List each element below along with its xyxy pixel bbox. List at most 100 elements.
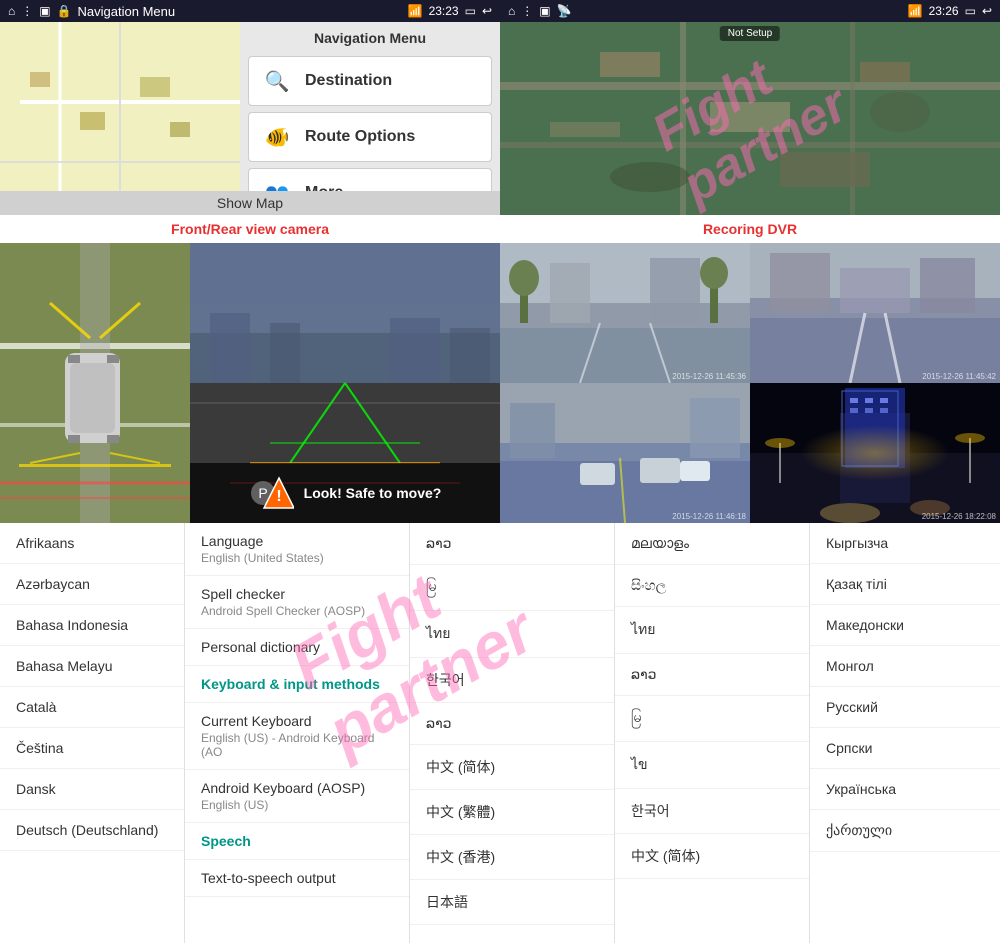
nav-status-right: 📶 23:23 ▭ ↩ <box>408 4 492 18</box>
lang-myanmar[interactable]: မြ <box>410 565 614 611</box>
settings-current-kb-title: Current Keyboard <box>201 713 393 729</box>
lang-mongolian[interactable]: Монгол <box>810 646 1000 687</box>
lang-lao4[interactable]: ไข <box>615 742 809 789</box>
cam-warning-bar: P ! Look! Safe to move? <box>190 463 500 523</box>
dvr-timestamp-2: 2015-12-26 11:45:42 <box>922 372 996 381</box>
warning-text: Look! Safe to move? <box>304 485 442 501</box>
lang-lao[interactable]: ລາວ <box>410 523 614 565</box>
lang-dansk[interactable]: Dansk <box>0 769 184 810</box>
lang-chinese-hk[interactable]: 中文 (香港) <box>410 835 614 880</box>
route-options-button[interactable]: 🐠 Route Options <box>248 112 492 162</box>
settings-spell-title: Spell checker <box>201 586 393 602</box>
gps-battery-icon: ▭ <box>965 4 976 18</box>
lang-korean[interactable]: 한국어 <box>410 658 614 703</box>
lang-kazakh[interactable]: Қазақ тілі <box>810 564 1000 605</box>
nav-icon2: 🔒 <box>57 4 72 18</box>
nav-title: Navigation Menu <box>78 4 176 19</box>
svg-text:!: ! <box>276 488 281 505</box>
lang-chinese-simplified[interactable]: 中文 (简体) <box>410 745 614 790</box>
nav-wifi-icon: 📶 <box>408 4 423 18</box>
settings-speech-header: Speech <box>185 823 409 860</box>
nav-content: Navigation Menu 🔍 Destination 🐠 Route Op… <box>0 22 500 215</box>
gps-status-bar: ⌂ ⋮ ▣ 📡 📶 23:26 ▭ ↩ <box>500 0 1000 22</box>
settings-language-title: Language <box>201 533 393 549</box>
nav-battery-icon: ▭ <box>465 4 476 18</box>
settings-tts-title: Text-to-speech output <box>201 870 393 886</box>
lang-azerbaycan[interactable]: Azərbaycan <box>0 564 184 605</box>
language-list-col5: Кыргызча Қазақ тілі Македонски Монгол Ру… <box>810 523 1000 943</box>
lang-ukrainian[interactable]: Українська <box>810 769 1000 810</box>
settings-keyboard-header-title: Keyboard & input methods <box>201 676 393 692</box>
lang-afrikaans[interactable]: Afrikaans <box>0 523 184 564</box>
lang-bahasa-melayu[interactable]: Bahasa Melayu <box>0 646 184 687</box>
language-list-col4: മലയാളം සිංහල ไทย ລາວ မြ ไข 한국어 中文 (简体) <box>615 523 810 943</box>
settings-current-kb-subtitle: English (US) - Android Keyboard (AO <box>201 731 393 759</box>
language-list-col1: Afrikaans Azərbaycan Bahasa Indonesia Ba… <box>0 523 185 943</box>
gps-map-area: Not Setup Fightpartner <box>500 22 1000 215</box>
destination-button[interactable]: 🔍 Destination <box>248 56 492 106</box>
settings-android-keyboard[interactable]: Android Keyboard (AOSP) English (US) <box>185 770 409 823</box>
settings-language[interactable]: Language English (United States) <box>185 523 409 576</box>
dvr-img-1: 2015-12-26 11:45:36 <box>500 243 750 383</box>
nav-menu-title: Navigation Menu <box>248 30 492 46</box>
settings-language-subtitle: English (United States) <box>201 551 393 565</box>
gps-status-left: ⌂ ⋮ ▣ 📡 <box>508 4 572 18</box>
lang-russian[interactable]: Русский <box>810 687 1000 728</box>
gps-menu-icon[interactable]: ⋮ <box>521 4 533 18</box>
home-icon[interactable]: ⌂ <box>8 4 15 18</box>
lang-deutsch[interactable]: Deutsch (Deutschland) <box>0 810 184 851</box>
settings-current-keyboard[interactable]: Current Keyboard English (US) - Android … <box>185 703 409 770</box>
destination-label: Destination <box>305 72 392 90</box>
lang-lao3[interactable]: ລາວ <box>615 654 809 696</box>
gps-panel: ⌂ ⋮ ▣ 📡 📶 23:26 ▭ ↩ <box>500 0 1000 215</box>
cam-aerial-view <box>0 243 190 523</box>
gps-home-icon[interactable]: ⌂ <box>508 4 515 18</box>
nav-back-icon[interactable]: ↩ <box>482 4 492 18</box>
nav-panel: ⌂ ⋮ ▣ 🔒 Navigation Menu 📶 23:23 ▭ ↩ <box>0 0 500 215</box>
dvr-timestamp-3: 2015-12-26 11:46:18 <box>672 512 746 521</box>
lang-serbian[interactable]: Српски <box>810 728 1000 769</box>
lang-bahasa-indonesia[interactable]: Bahasa Indonesia <box>0 605 184 646</box>
language-list-col3: ລາວ မြ ไทย 한국어 ລາວ 中文 (简体) 中文 (繁體) 中文 (香… <box>410 523 615 943</box>
dvr-label: Recoring DVR <box>500 215 1000 243</box>
lang-lao2[interactable]: ລາວ <box>410 703 614 745</box>
camera-section: P ! Look! Safe to move? <box>0 243 1000 523</box>
nav-map <box>0 22 240 215</box>
settings-android-kb-title: Android Keyboard (AOSP) <box>201 780 393 796</box>
camera-label: Front/Rear view camera <box>0 215 500 243</box>
nav-time: 23:23 <box>429 4 459 18</box>
lang-chinese-simp2[interactable]: 中文 (简体) <box>615 834 809 879</box>
lang-sinhala[interactable]: සිංහල <box>615 565 809 607</box>
gps-back-icon[interactable]: ↩ <box>982 4 992 18</box>
lang-cestina[interactable]: Čeština <box>0 728 184 769</box>
lang-catala[interactable]: Català <box>0 687 184 728</box>
lang-kyrgyz[interactable]: Кыргызча <box>810 523 1000 564</box>
lang-myanmar2[interactable]: မြ <box>615 696 809 742</box>
lang-georgian[interactable]: ქართული <box>810 810 1000 852</box>
settings-tts[interactable]: Text-to-speech output <box>185 860 409 897</box>
nav-icon1: ▣ <box>39 4 50 18</box>
settings-personal-dict[interactable]: Personal dictionary <box>185 629 409 666</box>
lang-korean2[interactable]: 한국어 <box>615 789 809 834</box>
top-section: ⌂ ⋮ ▣ 🔒 Navigation Menu 📶 23:23 ▭ ↩ <box>0 0 1000 215</box>
lang-chinese-traditional[interactable]: 中文 (繁體) <box>410 790 614 835</box>
lang-malayalam[interactable]: മലയാളം <box>615 523 809 565</box>
cam-rear-view: P ! Look! Safe to move? <box>190 243 500 523</box>
lang-thai2[interactable]: ไทย <box>615 607 809 654</box>
nav-menu-icon[interactable]: ⋮ <box>21 4 33 18</box>
lang-japanese[interactable]: 日本語 <box>410 880 614 925</box>
gps-status-right: 📶 23:26 ▭ ↩ <box>908 4 992 18</box>
settings-spell-subtitle: Android Spell Checker (AOSP) <box>201 604 393 618</box>
nav-menu: Navigation Menu 🔍 Destination 🐠 Route Op… <box>240 22 500 215</box>
lang-macedonian[interactable]: Македонски <box>810 605 1000 646</box>
settings-spell-checker[interactable]: Spell checker Android Spell Checker (AOS… <box>185 576 409 629</box>
dvr-img-4: 2015-12-26 18:22:08 <box>750 383 1000 523</box>
route-options-label: Route Options <box>305 128 415 146</box>
settings-col2: Language English (United States) Spell c… <box>185 523 410 943</box>
settings-android-kb-subtitle: English (US) <box>201 798 393 812</box>
lang-thai[interactable]: ไทย <box>410 611 614 658</box>
dvr-img-2: 2015-12-26 11:45:42 <box>750 243 1000 383</box>
show-map-bar[interactable]: Show Map <box>0 191 500 215</box>
svg-text:P: P <box>258 485 267 501</box>
labels-row: Front/Rear view camera Recoring DVR <box>0 215 1000 243</box>
